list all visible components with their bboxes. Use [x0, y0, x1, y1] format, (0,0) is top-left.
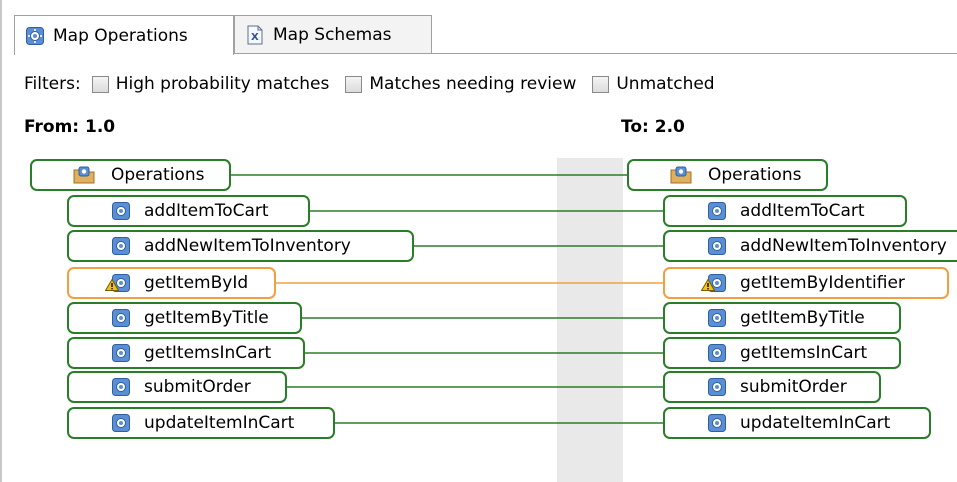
operation-warning-icon — [105, 273, 131, 293]
left-item-get-item-by-title[interactable]: getItemByTitle — [67, 302, 302, 334]
right-item-label: submitOrder — [740, 377, 847, 397]
left-edge-rule — [0, 0, 2, 482]
operation-icon — [707, 413, 727, 433]
left-item-label: submitOrder — [144, 377, 251, 397]
right-item-label: updateItemInCart — [740, 413, 891, 433]
right-item-submit-order[interactable]: submitOrder — [663, 371, 881, 403]
operation-icon — [707, 377, 727, 397]
right-item-add-new-item-to-inventory[interactable]: addNewItemToInventory — [663, 230, 957, 262]
right-item-label: addNewItemToInventory — [740, 236, 947, 256]
tab-map-operations-label: Map Operations — [53, 25, 188, 46]
operation-icon — [111, 413, 131, 433]
left-item-get-item-by-id[interactable]: getItemById — [67, 267, 276, 299]
operation-icon — [707, 343, 727, 363]
left-item-label: updateItemInCart — [144, 413, 295, 433]
svg-text:X: X — [251, 32, 259, 43]
left-operations-root[interactable]: Operations — [30, 159, 231, 191]
mapping-gutter — [557, 158, 623, 482]
operation-icon — [707, 308, 727, 328]
high-probability-checkbox[interactable] — [91, 75, 109, 93]
operation-icon — [111, 236, 131, 256]
needing-review-label: Matches needing review — [369, 74, 577, 94]
needing-review-checkbox[interactable] — [345, 75, 363, 93]
right-item-get-item-by-title[interactable]: getItemByTitle — [663, 302, 901, 334]
left-item-submit-order[interactable]: submitOrder — [67, 371, 287, 403]
left-root-label: Operations — [111, 165, 205, 185]
filters-bar: Filters: High probability matches Matche… — [24, 74, 720, 94]
operation-gear-icon — [25, 26, 45, 46]
right-tree-viewport: addItemToCart addNewItemToInventory getI… — [663, 158, 957, 482]
xml-schema-icon: X — [245, 25, 265, 45]
tab-map-operations[interactable]: Map Operations — [14, 15, 234, 55]
tab-map-schemas[interactable]: X Map Schemas — [234, 15, 432, 53]
left-item-add-item-to-cart[interactable]: addItemToCart — [67, 195, 310, 227]
unmatched-label: Unmatched — [616, 74, 715, 94]
right-item-label: getItemsInCart — [740, 343, 868, 363]
folder-icon — [72, 165, 96, 185]
operation-icon — [111, 201, 131, 221]
right-item-get-item-by-identifier[interactable]: getItemByIdentifier — [663, 267, 949, 299]
left-item-update-item-in-cart[interactable]: updateItemInCart — [67, 407, 335, 439]
filters-label: Filters: — [24, 74, 81, 94]
operation-icon — [111, 343, 131, 363]
operation-warning-icon — [701, 273, 727, 293]
operation-icon — [707, 201, 727, 221]
left-item-add-new-item-to-inventory[interactable]: addNewItemToInventory — [67, 230, 414, 262]
high-probability-label: High probability matches — [115, 74, 330, 94]
right-item-label: getItemByTitle — [740, 308, 865, 328]
left-item-label: addItemToCart — [144, 201, 269, 221]
right-item-add-item-to-cart[interactable]: addItemToCart — [663, 195, 907, 227]
right-item-label: getItemByIdentifier — [740, 273, 905, 293]
left-item-label: getItemByTitle — [144, 308, 269, 328]
operation-icon — [111, 308, 131, 328]
left-item-get-items-in-cart[interactable]: getItemsInCart — [67, 337, 305, 369]
left-item-label: getItemById — [144, 273, 249, 293]
operation-icon — [111, 377, 131, 397]
unmatched-checkbox[interactable] — [592, 75, 610, 93]
from-header: From: 1.0 — [24, 117, 116, 137]
operation-icon — [707, 236, 727, 256]
right-item-label: addItemToCart — [740, 201, 865, 221]
right-item-get-items-in-cart[interactable]: getItemsInCart — [663, 337, 901, 369]
to-header: To: 2.0 — [621, 117, 685, 137]
left-item-label: getItemsInCart — [144, 343, 272, 363]
right-item-update-item-in-cart[interactable]: updateItemInCart — [663, 407, 931, 439]
tab-map-schemas-label: Map Schemas — [273, 24, 392, 45]
left-item-label: addNewItemToInventory — [144, 236, 351, 256]
